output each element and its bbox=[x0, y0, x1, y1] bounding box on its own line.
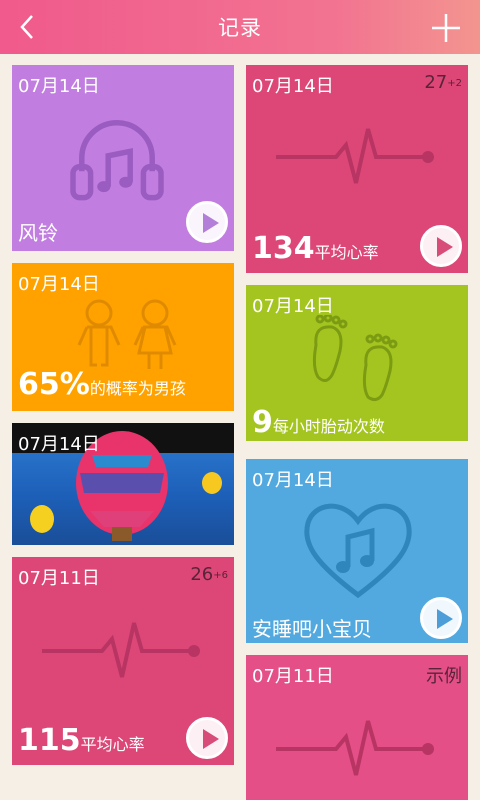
card-lullaby[interactable]: 07月14日 安睡吧小宝贝 bbox=[246, 459, 468, 643]
card-label: 115平均心率 bbox=[18, 723, 145, 758]
card-gender-probability[interactable]: 07月14日 65%的概率为男孩 bbox=[12, 263, 234, 411]
play-button[interactable] bbox=[186, 201, 228, 243]
heartbeat-icon bbox=[276, 128, 434, 184]
card-date: 07月14日 bbox=[252, 470, 334, 491]
card-date: 07月14日 bbox=[18, 274, 100, 295]
card-date: 07月11日 bbox=[18, 568, 100, 589]
card-fetal-movement[interactable]: 07月14日 9每小时胎动次数 bbox=[246, 285, 468, 441]
plus-icon[interactable] bbox=[428, 10, 464, 46]
play-button[interactable] bbox=[186, 717, 228, 759]
heartbeat-icon bbox=[276, 720, 434, 776]
card-date: 07月14日 bbox=[18, 434, 100, 455]
card-heart-rate-1[interactable]: 07月14日 27+2 134平均心率 bbox=[246, 65, 468, 273]
card-chime[interactable]: 07月14日 风铃 bbox=[12, 65, 234, 251]
card-label: 65%的概率为男孩 bbox=[18, 367, 186, 402]
card-heart-rate-2[interactable]: 07月11日 26+6 115平均心率 bbox=[12, 557, 234, 765]
record-count: 26+6 bbox=[190, 564, 228, 585]
card-label: 9每小时胎动次数 bbox=[252, 405, 385, 440]
play-button[interactable] bbox=[420, 225, 462, 267]
app-header: 记录 bbox=[0, 0, 480, 54]
play-button[interactable] bbox=[420, 597, 462, 639]
kids-icon bbox=[77, 299, 177, 369]
card-date: 07月11日 bbox=[252, 666, 334, 687]
card-sample[interactable]: 07月11日 示例 bbox=[246, 655, 468, 800]
headphones-icon bbox=[70, 120, 164, 201]
card-date: 07月14日 bbox=[18, 76, 100, 97]
sample-badge: 示例 bbox=[426, 666, 462, 687]
card-photo[interactable]: 07月14日 bbox=[12, 423, 234, 545]
card-date: 07月14日 bbox=[252, 76, 334, 97]
heartbeat-icon bbox=[42, 622, 200, 678]
page-title: 记录 bbox=[218, 16, 262, 40]
card-label: 安睡吧小宝贝 bbox=[252, 617, 372, 641]
footprints-icon bbox=[312, 315, 398, 402]
heart-music-icon bbox=[304, 503, 412, 599]
card-label: 134平均心率 bbox=[252, 231, 379, 266]
card-label: 风铃 bbox=[18, 221, 58, 245]
record-count: 27+2 bbox=[424, 72, 462, 93]
